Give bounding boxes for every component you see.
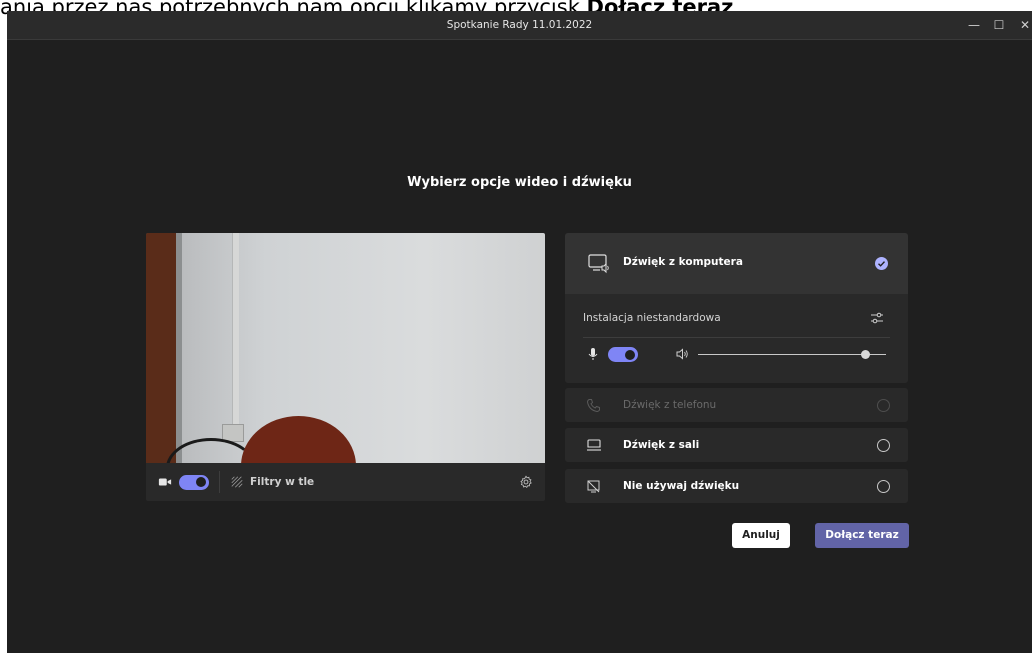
minimize-button[interactable]: — xyxy=(960,11,988,40)
teams-prejoin-window: Spotkanie Rady 11.01.2022 — ☐ ✕ Wybierz … xyxy=(7,11,1032,653)
divider xyxy=(219,471,220,493)
no-audio-option[interactable]: Nie używaj dźwięku xyxy=(565,469,908,503)
preview-pipe xyxy=(232,233,239,428)
custom-setup-label: Instalacja niestandardowa xyxy=(583,312,721,324)
background-filters-button[interactable]: Filtry w tle xyxy=(250,476,314,488)
no-audio-radio[interactable] xyxy=(877,479,890,493)
phone-audio-option: Dźwięk z telefonu xyxy=(565,388,908,422)
camera-preview xyxy=(146,233,545,463)
background-filters-icon xyxy=(231,476,243,488)
close-button[interactable]: ✕ xyxy=(1011,11,1032,40)
video-preview-card: Filtry w tle xyxy=(146,233,545,501)
page-title: Wybierz opcje wideo i dźwięku xyxy=(407,175,632,190)
preview-door-frame xyxy=(146,233,176,463)
preview-chair xyxy=(241,416,356,463)
camera-icon xyxy=(158,478,172,486)
no-audio-label: Nie używaj dźwięku xyxy=(623,480,740,492)
audio-settings-sliders-icon[interactable] xyxy=(870,311,884,325)
cancel-button[interactable]: Anuluj xyxy=(732,523,790,548)
window-title: Spotkanie Rady 11.01.2022 xyxy=(446,19,593,31)
join-now-button[interactable]: Dołącz teraz xyxy=(815,523,909,548)
computer-audio-header[interactable]: Dźwięk z komputera xyxy=(565,233,908,294)
computer-audio-option[interactable]: Dźwięk z komputera Instalacja niestandar… xyxy=(565,233,908,383)
microphone-icon xyxy=(588,348,598,360)
speaker-icon xyxy=(676,348,688,360)
phone-icon xyxy=(586,398,600,412)
room-audio-label: Dźwięk z sali xyxy=(623,439,700,451)
room-audio-icon xyxy=(587,439,601,451)
maximize-button[interactable]: ☐ xyxy=(985,11,1013,40)
device-settings-gear-icon[interactable] xyxy=(519,475,533,489)
computer-audio-label: Dźwięk z komputera xyxy=(623,256,743,268)
speaker-volume-thumb[interactable] xyxy=(860,350,870,359)
camera-toggle[interactable] xyxy=(179,474,209,490)
computer-audio-icon xyxy=(588,254,609,274)
video-controls-bar: Filtry w tle xyxy=(146,463,545,501)
title-bar: Spotkanie Rady 11.01.2022 — ☐ ✕ xyxy=(7,11,1032,40)
speaker-volume-slider[interactable] xyxy=(698,354,886,355)
room-audio-option[interactable]: Dźwięk z sali xyxy=(565,428,908,462)
phone-audio-radio xyxy=(877,398,890,412)
preview-wall-edge xyxy=(176,233,182,463)
phone-audio-label: Dźwięk z telefonu xyxy=(623,399,717,411)
room-audio-radio[interactable] xyxy=(877,438,890,452)
selected-check-icon xyxy=(875,257,888,270)
divider xyxy=(583,337,890,338)
no-audio-icon xyxy=(587,480,600,492)
microphone-toggle[interactable] xyxy=(608,347,638,362)
